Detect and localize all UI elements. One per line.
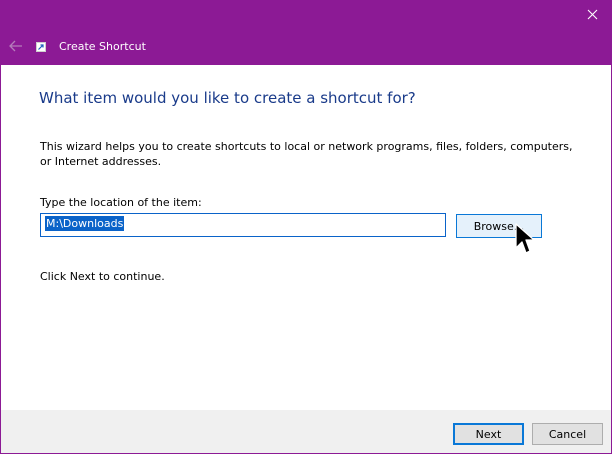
create-shortcut-window: Create Shortcut What item would you like…: [0, 0, 612, 454]
location-input-value: M:\Downloads: [45, 216, 125, 231]
back-button[interactable]: [7, 39, 25, 53]
next-button[interactable]: Next: [453, 423, 524, 445]
location-label: Type the location of the item:: [40, 196, 202, 209]
location-input[interactable]: M:\Downloads: [40, 213, 446, 237]
title-bar: Create Shortcut: [1, 1, 611, 65]
shortcut-icon: [36, 42, 46, 52]
close-button[interactable]: [577, 3, 607, 25]
back-arrow-icon: [9, 40, 22, 52]
mouse-cursor-icon: [515, 223, 534, 254]
page-heading: What item would you like to create a sho…: [39, 89, 416, 107]
cancel-button[interactable]: Cancel: [532, 423, 603, 445]
continue-instruction: Click Next to continue.: [40, 270, 165, 283]
wizard-description: This wizard helps you to create shortcut…: [40, 140, 573, 168]
close-icon: [587, 9, 597, 19]
window-title: Create Shortcut: [59, 40, 146, 53]
